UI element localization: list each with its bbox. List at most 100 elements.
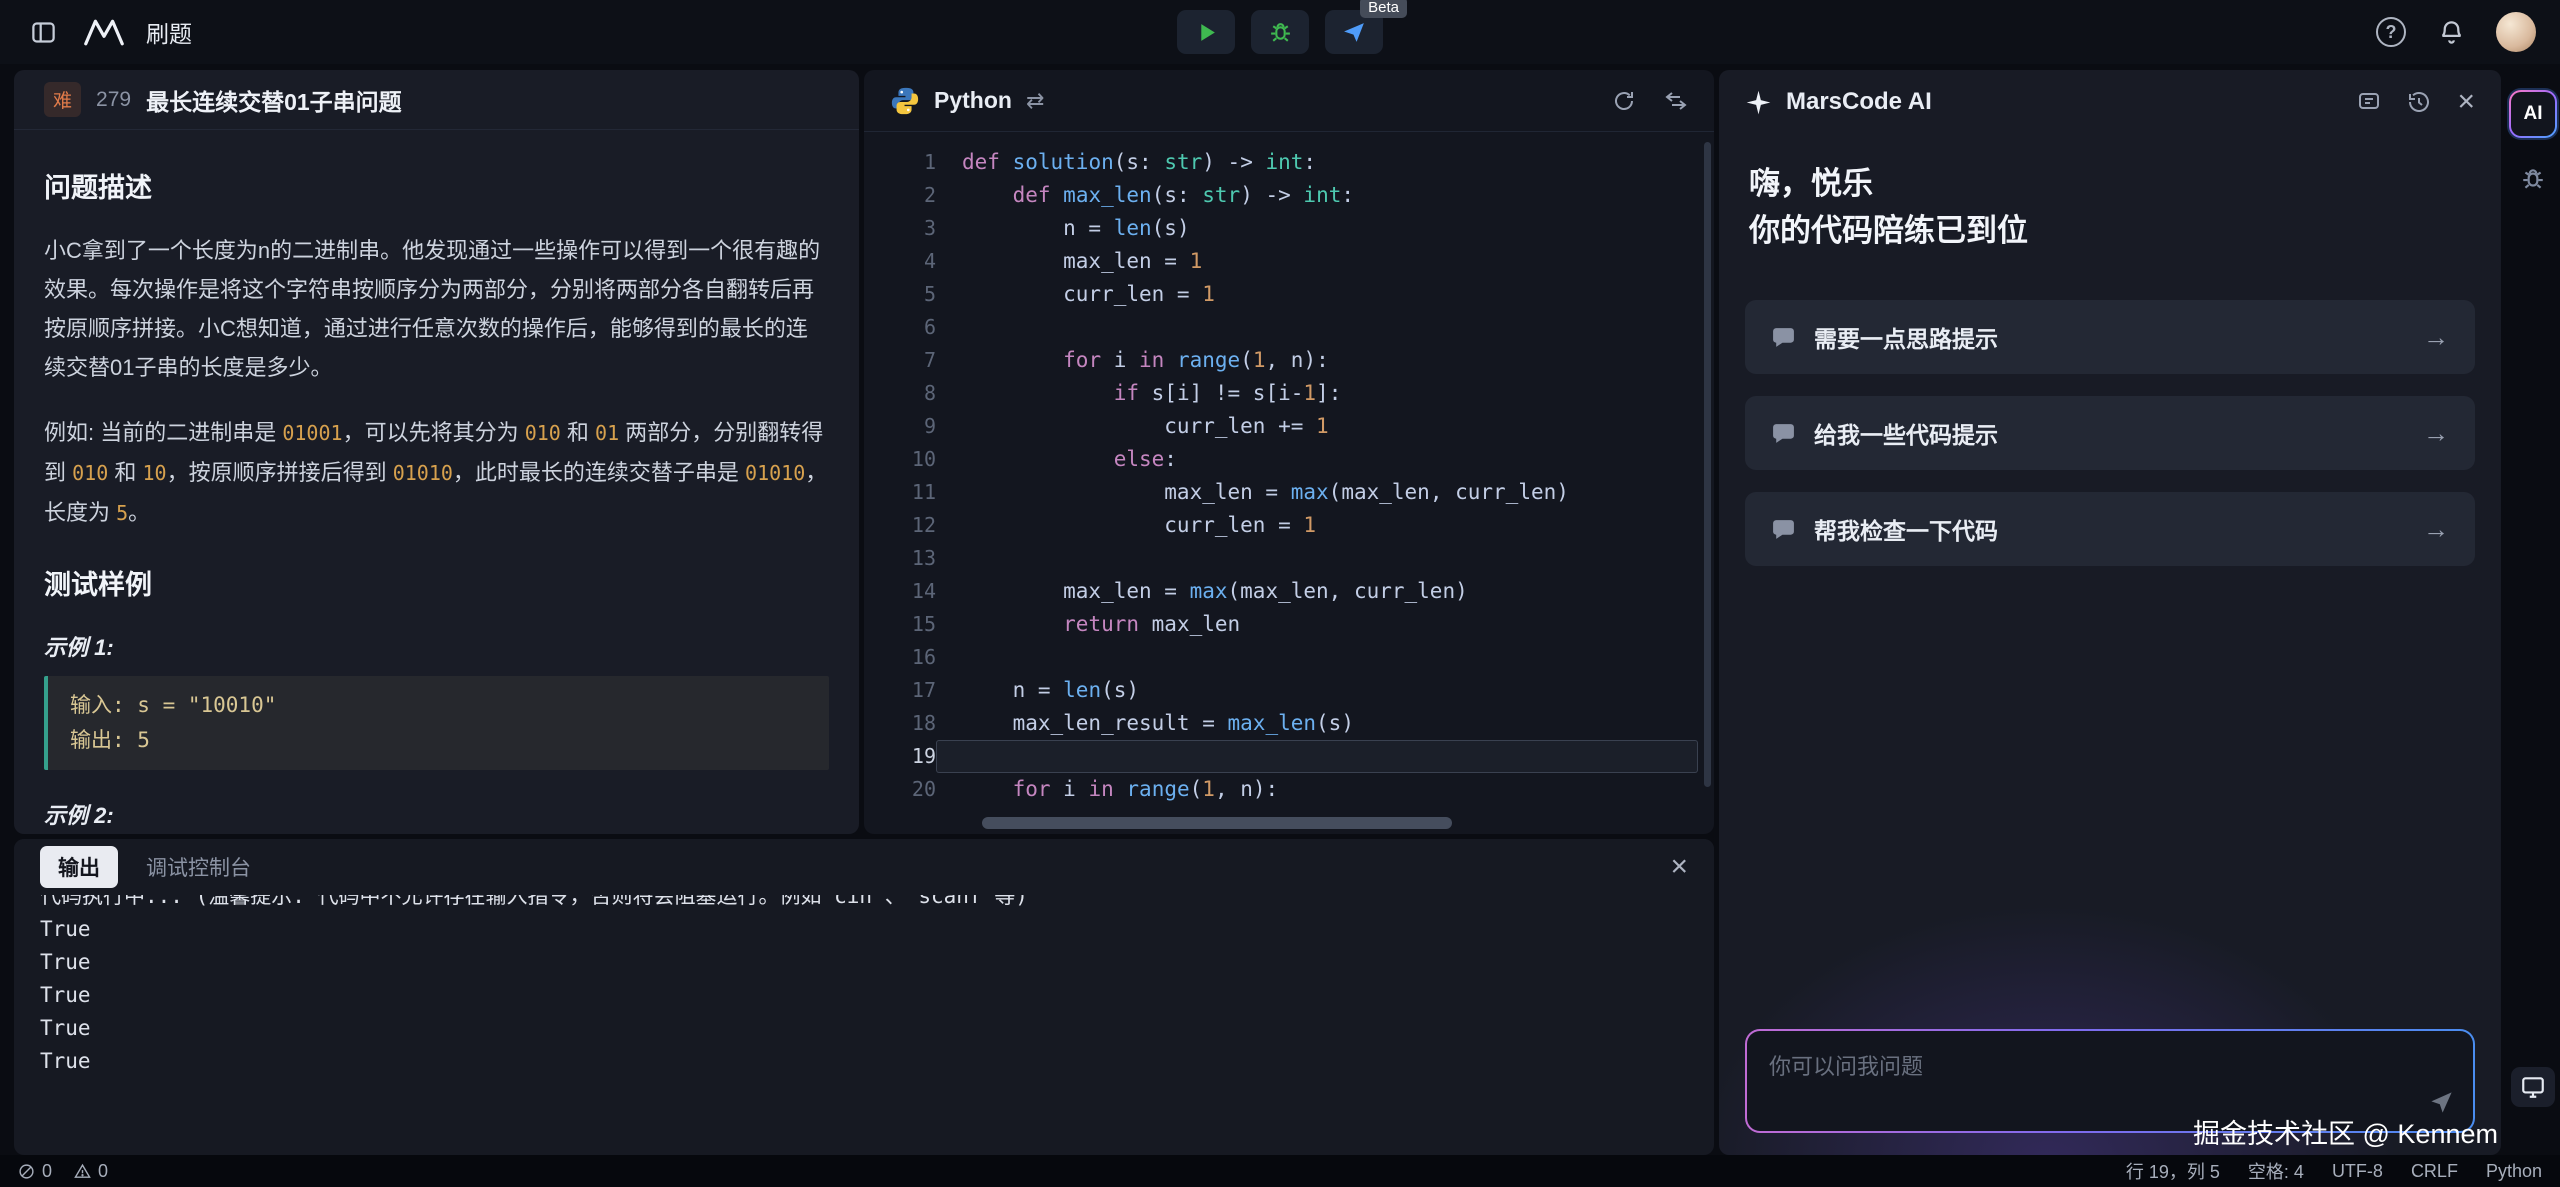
ai-suggestion-card[interactable]: 需要一点思路提示→	[1745, 300, 2475, 374]
code-line[interactable]: 17 n = len(s)	[864, 674, 1714, 707]
sample-line: 输入: s = "10010"	[70, 688, 807, 723]
bell-icon[interactable]	[2432, 13, 2470, 51]
test-button[interactable]	[1251, 10, 1309, 54]
horizontal-scrollbar[interactable]	[982, 817, 1452, 829]
code-line[interactable]: 2 def max_len(s: str) -> int:	[864, 179, 1714, 212]
console-line-clipped: 代码执行中... (温馨提示: 代码中不允许存在输入指令，否则将会阻塞运行。例如…	[40, 895, 1688, 913]
inline-code: 010	[72, 461, 108, 485]
sample-block: 示例 1: 输入: s = "10010"输出: 5	[44, 630, 829, 770]
editor-panel: Python ⇄ 1def solution(s: str) -> int:2 …	[864, 70, 1714, 834]
line-number: 12	[864, 509, 936, 542]
status-item[interactable]: 行 19，列 5	[2126, 1158, 2220, 1184]
beta-badge: Beta	[1360, 0, 1407, 18]
inline-code: 10	[142, 461, 166, 485]
line-number: 10	[864, 443, 936, 476]
avatar[interactable]	[2496, 12, 2536, 52]
code-line[interactable]: 13	[864, 542, 1714, 575]
debug-plugin-icon[interactable]	[2520, 166, 2546, 192]
line-number: 7	[864, 344, 936, 377]
sample-label: 示例 1:	[44, 630, 829, 662]
chat-bubble-icon	[1771, 517, 1796, 542]
sample-block: 示例 2:输入: s = "011010"输出: 4	[44, 798, 829, 834]
monitor-icon[interactable]	[2511, 1067, 2555, 1107]
python-logo-icon	[890, 86, 920, 116]
line-number: 4	[864, 245, 936, 278]
line-number: 6	[864, 311, 936, 344]
errors-indicator[interactable]: 0	[18, 1161, 52, 1182]
vertical-scrollbar[interactable]	[1704, 142, 1711, 787]
language-label: Python	[934, 87, 1012, 114]
submit-button[interactable]: Beta	[1325, 10, 1383, 54]
code-line[interactable]: 12 curr_len = 1	[864, 509, 1714, 542]
line-number: 20	[864, 773, 936, 806]
warnings-count: 0	[98, 1161, 108, 1182]
console-tabs: 输出调试控制台	[40, 846, 285, 888]
code-line[interactable]: 16	[864, 641, 1714, 674]
editor-actions	[1612, 89, 1688, 113]
code-line[interactable]: 6	[864, 311, 1714, 344]
ai-assistant-panel: MarsCode AI × 嗨，悦乐 你的代码陪练已到位 需要一点思路提示→ 给我…	[1719, 70, 2501, 1155]
console-line: True	[40, 913, 1688, 946]
problem-header: 难 279 最长连续交替01子串问题	[14, 70, 859, 130]
problem-panel: 难 279 最长连续交替01子串问题 问题描述 小C拿到了一个长度为n的二进制串…	[14, 70, 859, 834]
code-line[interactable]: 7 for i in range(1, n):	[864, 344, 1714, 377]
code-line[interactable]: 3 n = len(s)	[864, 212, 1714, 245]
arrow-right-icon: →	[2423, 514, 2449, 545]
code-line[interactable]: 19	[864, 740, 1714, 773]
code-line[interactable]: 14 max_len = max(max_len, curr_len)	[864, 575, 1714, 608]
sample-io: 输入: s = "10010"输出: 5	[44, 676, 829, 770]
status-item[interactable]: UTF-8	[2332, 1158, 2383, 1184]
topbar-actions: Beta	[1177, 0, 1383, 64]
code-line[interactable]: 20 for i in range(1, n):	[864, 773, 1714, 806]
code-line[interactable]: 1def solution(s: str) -> int:	[864, 146, 1714, 179]
code-line[interactable]: 11 max_len = max(max_len, curr_len)	[864, 476, 1714, 509]
compare-icon[interactable]	[1664, 89, 1688, 113]
line-number: 19	[864, 740, 936, 773]
reset-code-icon[interactable]	[1612, 89, 1636, 113]
code-line[interactable]: 9 curr_len += 1	[864, 410, 1714, 443]
warning-icon	[74, 1163, 91, 1180]
problem-paragraph: 小C拿到了一个长度为n的二进制串。他发现通过一些操作可以得到一个很有趣的效果。每…	[44, 231, 829, 387]
sidebar-toggle-icon[interactable]	[24, 13, 62, 51]
code-line[interactable]: 18 max_len_result = max_len(s)	[864, 707, 1714, 740]
code-line[interactable]: 8 if s[i] != s[i-1]:	[864, 377, 1714, 410]
feedback-icon[interactable]	[2357, 90, 2381, 114]
console-tab[interactable]: 调试控制台	[146, 852, 251, 882]
run-button[interactable]	[1177, 10, 1235, 54]
line-number: 3	[864, 212, 936, 245]
ai-header: MarsCode AI ×	[1719, 70, 2501, 134]
warnings-indicator[interactable]: 0	[74, 1161, 108, 1182]
help-icon[interactable]: ?	[2376, 17, 2406, 47]
right-toolbar: AI	[2506, 70, 2560, 1155]
console-header: 输出调试控制台 ×	[14, 839, 1714, 895]
status-item[interactable]: Python	[2486, 1158, 2542, 1184]
ai-fab-label: AI	[2524, 103, 2543, 125]
close-console-icon[interactable]: ×	[1670, 852, 1688, 882]
status-item[interactable]: 空格: 4	[2248, 1158, 2304, 1184]
code-line[interactable]: 15 return max_len	[864, 608, 1714, 641]
ai-assistant-button[interactable]: AI	[2509, 90, 2557, 138]
status-item[interactable]: CRLF	[2411, 1158, 2458, 1184]
marscode-logo-icon	[1745, 89, 1772, 116]
statusbar-right: 行 19，列 5 空格: 4 UTF-8 CRLF Python	[2126, 1158, 2542, 1184]
inline-code: 010	[525, 421, 561, 445]
sample-line: 输出: 5	[70, 723, 807, 758]
code-line[interactable]: 4 max_len = 1	[864, 245, 1714, 278]
close-ai-panel-icon[interactable]: ×	[2457, 87, 2475, 117]
difficulty-badge: 难	[44, 82, 81, 117]
ai-suggestion-card[interactable]: 给我一些代码提示→	[1745, 396, 2475, 470]
console-tab[interactable]: 输出	[40, 846, 118, 888]
code-line[interactable]: 5 curr_len = 1	[864, 278, 1714, 311]
error-icon	[18, 1163, 35, 1180]
code-editor[interactable]: 1def solution(s: str) -> int:2 def max_l…	[864, 132, 1714, 834]
code-line[interactable]: 10 else:	[864, 443, 1714, 476]
ai-suggestion-card[interactable]: 帮我检查一下代码→	[1745, 492, 2475, 566]
history-icon[interactable]	[2407, 90, 2431, 114]
switch-language-icon[interactable]: ⇄	[1026, 88, 1044, 114]
problem-example-paragraph: 例如: 当前的二进制串是 01001，可以先将其分为 010 和 01 两部分，…	[44, 413, 829, 533]
problem-number: 279	[96, 88, 131, 112]
ai-greeting: 嗨，悦乐 你的代码陪练已到位	[1719, 134, 2501, 254]
chat-bubble-icon	[1771, 325, 1796, 350]
statusbar: 0 0 行 19，列 5 空格: 4 UTF-8 CRLF Python	[0, 1155, 2560, 1187]
sample-label: 示例 2:	[44, 798, 829, 830]
